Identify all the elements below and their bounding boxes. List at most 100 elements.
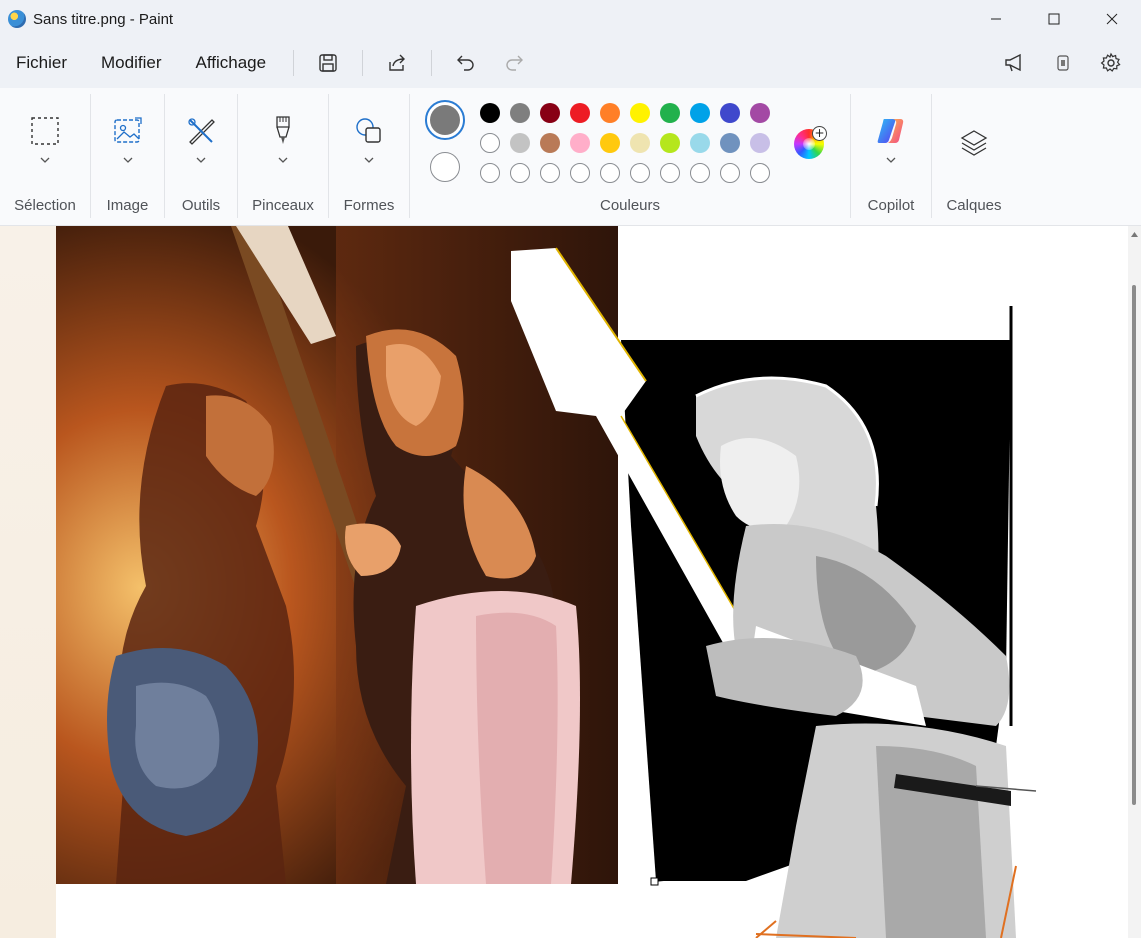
share-icon bbox=[389, 54, 406, 71]
secondary-color-selector[interactable] bbox=[430, 152, 460, 182]
brush-icon bbox=[276, 116, 290, 144]
megaphone-icon bbox=[1005, 53, 1021, 72]
menu-view[interactable]: Affichage bbox=[178, 38, 283, 88]
menu-edit[interactable]: Modifier bbox=[84, 38, 178, 88]
menu-file[interactable]: Fichier bbox=[0, 38, 84, 88]
custom-color-slot[interactable] bbox=[480, 163, 500, 183]
copilot-group[interactable]: Copilot bbox=[851, 88, 931, 226]
menu-right-actions bbox=[993, 38, 1133, 88]
image-tool-button[interactable] bbox=[111, 114, 145, 148]
custom-color-slot[interactable] bbox=[570, 163, 590, 183]
layers-group[interactable]: Calques bbox=[932, 88, 1016, 226]
image-group[interactable]: Image bbox=[91, 88, 164, 226]
brushes-label: Pinceaux bbox=[252, 197, 314, 214]
settings-button[interactable] bbox=[1093, 45, 1129, 81]
selection-group[interactable]: Sélection bbox=[0, 88, 90, 226]
chevron-down-icon[interactable] bbox=[195, 154, 207, 166]
tools-button[interactable] bbox=[184, 114, 218, 148]
shapes-label: Formes bbox=[343, 197, 395, 214]
window-controls bbox=[967, 0, 1141, 38]
close-button[interactable] bbox=[1083, 0, 1141, 38]
layers-button[interactable] bbox=[957, 126, 991, 160]
palette-swatch[interactable] bbox=[630, 133, 650, 153]
palette-swatch[interactable] bbox=[630, 103, 650, 123]
image-label: Image bbox=[106, 197, 149, 214]
tools-group[interactable]: Outils bbox=[165, 88, 237, 226]
layers-label: Calques bbox=[946, 197, 1002, 214]
palette-swatch[interactable] bbox=[750, 133, 770, 153]
custom-color-slot[interactable] bbox=[660, 163, 680, 183]
chevron-down-icon[interactable] bbox=[885, 154, 897, 166]
shapes-button[interactable] bbox=[352, 114, 386, 148]
selection-label: Sélection bbox=[14, 197, 76, 214]
palette-swatch[interactable] bbox=[540, 133, 560, 153]
palette-swatch[interactable] bbox=[480, 133, 500, 153]
copilot-icon bbox=[877, 119, 904, 143]
gear-icon bbox=[1100, 52, 1121, 72]
chevron-down-icon[interactable] bbox=[39, 154, 51, 166]
custom-color-slot[interactable] bbox=[510, 163, 530, 183]
scroll-up-arrow-icon[interactable] bbox=[1130, 230, 1139, 239]
custom-color-slot[interactable] bbox=[720, 163, 740, 183]
paint-app-icon bbox=[8, 10, 26, 28]
custom-color-slot[interactable] bbox=[630, 163, 650, 183]
palette-swatch[interactable] bbox=[660, 133, 680, 153]
palette-swatch[interactable] bbox=[600, 103, 620, 123]
palette-swatch[interactable] bbox=[720, 103, 740, 123]
palette-swatch[interactable] bbox=[540, 103, 560, 123]
canvas-artwork bbox=[56, 226, 1037, 938]
palette-swatch[interactable] bbox=[480, 103, 500, 123]
save-button[interactable] bbox=[310, 45, 346, 81]
palette-swatch[interactable] bbox=[690, 103, 710, 123]
workspace-margin bbox=[0, 226, 56, 938]
palette-swatch[interactable] bbox=[570, 103, 590, 123]
custom-color-slot[interactable] bbox=[600, 163, 620, 183]
rectangle-select-icon bbox=[31, 117, 59, 145]
undo-icon bbox=[457, 55, 474, 71]
palette-swatch[interactable] bbox=[600, 133, 620, 153]
custom-color-slot[interactable] bbox=[540, 163, 560, 183]
palette-swatch[interactable] bbox=[720, 133, 740, 153]
colors-label: Couleurs bbox=[599, 197, 661, 214]
palette-swatch[interactable] bbox=[510, 133, 530, 153]
minimize-button[interactable] bbox=[967, 0, 1025, 38]
brushes-group[interactable]: Pinceaux bbox=[238, 88, 328, 226]
shapes-icon bbox=[356, 118, 381, 143]
tools-label: Outils bbox=[181, 197, 221, 214]
palette-swatch[interactable] bbox=[750, 103, 770, 123]
palette-swatch[interactable] bbox=[510, 103, 530, 123]
announcements-button[interactable] bbox=[997, 45, 1033, 81]
maximize-icon bbox=[1048, 13, 1060, 25]
add-color-plus-icon[interactable]: + bbox=[812, 126, 827, 141]
scrollbar-thumb[interactable] bbox=[1132, 285, 1136, 805]
drawing-canvas[interactable] bbox=[56, 226, 1128, 938]
maximize-button[interactable] bbox=[1025, 0, 1083, 38]
palette-swatch[interactable] bbox=[570, 133, 590, 153]
menu-divider bbox=[362, 50, 364, 76]
palette-swatch[interactable] bbox=[690, 133, 710, 153]
menu-divider bbox=[431, 50, 433, 76]
selection-tool-button[interactable] bbox=[28, 114, 62, 148]
primary-color-swatch bbox=[430, 105, 460, 135]
primary-color-selector[interactable] bbox=[425, 100, 465, 140]
redo-button[interactable] bbox=[496, 45, 532, 81]
window-title: Sans titre.png - Paint bbox=[33, 10, 174, 28]
redo-icon bbox=[506, 55, 524, 71]
chevron-down-icon[interactable] bbox=[277, 154, 289, 166]
palette-swatch[interactable] bbox=[660, 103, 680, 123]
copilot-button[interactable] bbox=[874, 114, 908, 148]
layers-icon bbox=[960, 130, 988, 156]
custom-color-slot[interactable] bbox=[690, 163, 710, 183]
copilot-label: Copilot bbox=[867, 197, 915, 214]
save-icon bbox=[319, 54, 337, 72]
share-button[interactable] bbox=[379, 45, 415, 81]
shapes-group[interactable]: Formes bbox=[329, 88, 409, 226]
brushes-button[interactable] bbox=[266, 114, 300, 148]
chevron-down-icon[interactable] bbox=[363, 154, 375, 166]
custom-color-slot[interactable] bbox=[750, 163, 770, 183]
chevron-down-icon[interactable] bbox=[122, 154, 134, 166]
title-bar: Sans titre.png - Paint bbox=[0, 0, 1141, 38]
account-button[interactable] bbox=[1045, 45, 1081, 81]
image-icon bbox=[113, 117, 142, 143]
undo-button[interactable] bbox=[448, 45, 484, 81]
